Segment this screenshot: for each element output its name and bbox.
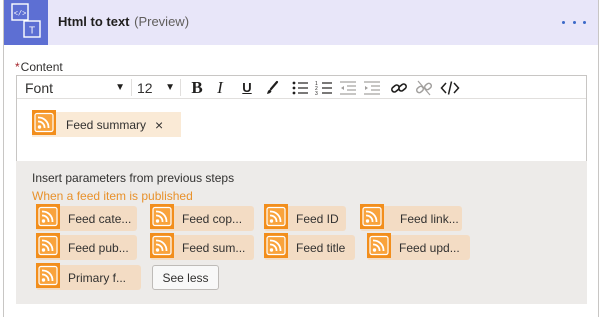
parameter-token[interactable]: Feed link... [360,203,462,234]
toolbar-divider [131,79,132,96]
parameter-label: Feed upd... [399,240,460,255]
chevron-down-icon: ▼ [115,82,125,93]
action-header[interactable]: </> T Html to text (Preview) [4,0,598,45]
font-select[interactable]: Font ▼ [21,77,129,98]
italic-button[interactable]: I [210,77,230,98]
unlink-icon[interactable] [413,77,435,98]
font-size-value: 12 [137,79,153,96]
underline-button[interactable]: U [237,77,257,98]
action-card: </> T Html to text (Preview) *Content Fo… [3,0,599,317]
parameter-label: Feed pub... [68,240,129,255]
parameter-token[interactable]: Feed sum... [150,232,254,263]
action-title-text: Html to text [58,14,130,29]
numbered-list-icon[interactable]: 123 [313,77,335,98]
bullet-list-icon[interactable] [289,77,311,98]
parameter-token[interactable]: Feed pub... [36,232,137,263]
svg-text:3: 3 [315,91,318,96]
action-title: Html to text (Preview) [58,14,189,29]
font-select-value: Font [25,79,54,96]
decrease-indent-icon[interactable] [337,77,359,98]
code-view-icon[interactable] [438,77,462,98]
rss-icon [264,203,288,234]
content-editor[interactable]: Font ▼ 12 ▼ B I U 123 Feed summary × [16,75,587,162]
link-icon[interactable] [388,77,410,98]
rich-text-toolbar: Font ▼ 12 ▼ B I U 123 [17,76,586,99]
panel-section-title: When a feed item is published [32,189,193,203]
paint-brush-icon[interactable] [262,77,282,98]
preview-label: (Preview) [134,14,190,29]
rss-icon [36,203,60,234]
rss-icon [32,109,56,140]
parameter-token[interactable]: Feed ID [264,203,346,234]
content-label: *Content [15,60,63,74]
parameter-label: Primary f... [68,270,127,285]
see-less-button[interactable]: See less [152,265,219,290]
parameter-token[interactable]: Feed cop... [150,203,254,234]
increase-indent-icon[interactable] [361,77,383,98]
html-to-text-icon: </> T [4,0,48,45]
more-options-icon[interactable] [562,12,586,32]
parameter-token[interactable]: Feed title [264,232,355,263]
content-token[interactable]: Feed summary × [32,109,181,140]
chevron-down-icon: ▼ [165,82,175,93]
rss-icon [36,232,60,263]
svg-text:</>: </> [14,11,27,19]
content-label-text: Content [20,60,63,74]
panel-title: Insert parameters from previous steps [32,171,235,185]
parameter-token[interactable]: Feed upd... [367,232,470,263]
rss-icon [150,203,174,234]
font-size-select[interactable]: 12 ▼ [137,77,175,98]
required-marker: * [15,60,20,74]
parameter-label: Feed cate... [68,211,132,226]
parameter-token[interactable]: Primary f... [36,262,141,293]
rss-icon [150,232,174,263]
content-token-label: Feed summary [66,117,147,132]
parameter-label: Feed title [296,240,346,255]
svg-text:T: T [29,26,35,37]
rss-icon [367,232,391,263]
rss-icon [264,232,288,263]
dynamic-content-panel: Insert parameters from previous steps Wh… [16,161,587,304]
rss-icon [36,262,60,293]
parameter-label: Feed ID [296,211,339,226]
bold-button[interactable]: B [187,77,207,98]
parameter-token[interactable]: Feed cate... [36,203,137,234]
parameter-label: Feed cop... [182,211,243,226]
parameter-label: Feed link... [400,211,459,226]
close-icon[interactable]: × [155,117,163,133]
rss-icon [360,203,384,234]
parameter-label: Feed sum... [182,240,246,255]
toolbar-divider [180,79,181,96]
